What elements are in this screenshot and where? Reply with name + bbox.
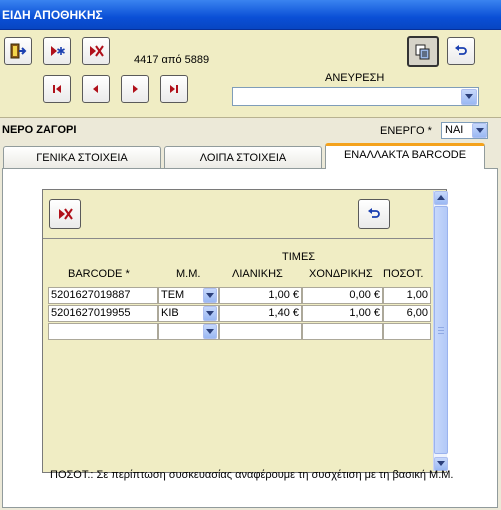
subform-divider — [43, 238, 433, 239]
row1-barcode[interactable]: 5201627019887 — [48, 287, 158, 304]
col-qty-header: ΠΟΣΟΤ. — [383, 268, 424, 280]
search-label: ΑΝΕΥΡΕΣΗ — [325, 72, 385, 84]
undo-icon — [455, 45, 467, 55]
row1-retail[interactable]: 1,00 € — [219, 287, 302, 304]
tab-alt-barcodes[interactable]: ΕΝΑΛΛΑΚΤΑ BARCODE — [325, 143, 485, 169]
new-row-unit-combo[interactable] — [158, 323, 219, 340]
col-wholesale-header: ΧΟΝΔΡΙΚΗΣ — [309, 268, 373, 280]
first-record-button[interactable] — [43, 75, 71, 103]
row2-retail[interactable]: 1,40 € — [219, 305, 302, 322]
col-retail-header: ΛΙΑΝΙΚΗΣ — [232, 268, 283, 280]
last-record-icon — [170, 85, 178, 93]
dropdown-arrow-icon — [206, 292, 214, 298]
first-record-icon — [53, 85, 61, 93]
dropdown-arrow-icon — [206, 310, 214, 316]
new-row-qty[interactable] — [383, 323, 431, 340]
row2-barcode[interactable]: 5201627019955 — [48, 305, 158, 322]
exit-icon — [10, 43, 27, 59]
scroll-down-arrow-icon — [437, 461, 445, 466]
row2-unit-value: ΚΙΒ — [161, 307, 179, 319]
new-record-button[interactable] — [43, 37, 71, 65]
subform-scrollbar[interactable] — [433, 191, 448, 471]
scroll-up-button[interactable] — [434, 191, 448, 205]
tab-general[interactable]: ΓΕΝΙΚΑ ΣΤΟΙΧΕΙΑ — [3, 146, 161, 168]
row2-unit-combo[interactable]: ΚΙΒ — [158, 305, 219, 322]
new-row-barcode[interactable] — [48, 323, 158, 340]
next-record-button[interactable] — [121, 75, 149, 103]
delete-record-button[interactable] — [82, 37, 110, 65]
record-position: 4417 από 5889 — [134, 54, 210, 66]
product-name: ΝΕΡΟ ΖΑΓΟΡΙ — [2, 124, 77, 136]
search-dropdown-button[interactable] — [461, 89, 477, 105]
new-row-retail[interactable] — [219, 323, 302, 340]
row2-unit-dropdown-button[interactable] — [203, 306, 217, 321]
row1-qty[interactable]: 1,00 — [383, 287, 431, 304]
undo-icon — [368, 208, 380, 218]
row1-wholesale[interactable]: 0,00 € — [302, 287, 383, 304]
dropdown-arrow-icon — [475, 127, 484, 133]
previous-record-icon — [93, 85, 98, 93]
undo-barcode-button[interactable] — [358, 199, 390, 229]
prices-group-header: ΤΙΜΕΣ — [282, 251, 316, 263]
new-record-icon — [51, 46, 65, 56]
last-record-button[interactable] — [160, 75, 188, 103]
row2-qty[interactable]: 6,00 — [383, 305, 431, 322]
exit-button[interactable] — [4, 37, 32, 65]
col-unit-header: Μ.Μ. — [176, 268, 201, 280]
row1-unit-dropdown-button[interactable] — [203, 288, 217, 303]
active-dropdown-button[interactable] — [472, 123, 487, 138]
active-label: ΕΝΕΡΓΟ * — [380, 125, 432, 137]
copy-icon — [415, 44, 430, 59]
undo-button[interactable] — [447, 37, 475, 65]
previous-record-button[interactable] — [82, 75, 110, 103]
new-row-unit-dropdown-button[interactable] — [203, 324, 217, 339]
scroll-thumb[interactable] — [434, 206, 448, 454]
scroll-up-arrow-icon — [437, 195, 445, 200]
qty-footnote: ΠΟΣΟΤ.: Σε περίπτωση συσκευασίας αναφέρο… — [50, 469, 454, 481]
copy-button[interactable] — [407, 36, 439, 67]
delete-barcode-button[interactable] — [49, 199, 81, 229]
delete-record-icon — [59, 208, 73, 220]
row1-unit-value: TEM — [161, 289, 185, 301]
next-record-icon — [133, 85, 138, 93]
col-barcode-header: BARCODE * — [68, 268, 130, 280]
dropdown-arrow-icon — [465, 94, 473, 99]
new-row-wholesale[interactable] — [302, 323, 383, 340]
tab-other[interactable]: ΛΟΙΠΑ ΣΤΟΙΧΕΙΑ — [164, 146, 322, 168]
search-combo[interactable] — [232, 87, 479, 106]
active-value: ΝΑΙ — [445, 124, 464, 136]
window-title: ΕΙΔΗ ΑΠΟΘΗΚΗΣ — [0, 0, 501, 30]
dropdown-arrow-icon — [206, 328, 214, 334]
active-combo[interactable]: ΝΑΙ — [441, 122, 488, 139]
delete-record-icon — [90, 45, 104, 57]
row1-unit-combo[interactable]: TEM — [158, 287, 219, 304]
row2-wholesale[interactable]: 1,00 € — [302, 305, 383, 322]
